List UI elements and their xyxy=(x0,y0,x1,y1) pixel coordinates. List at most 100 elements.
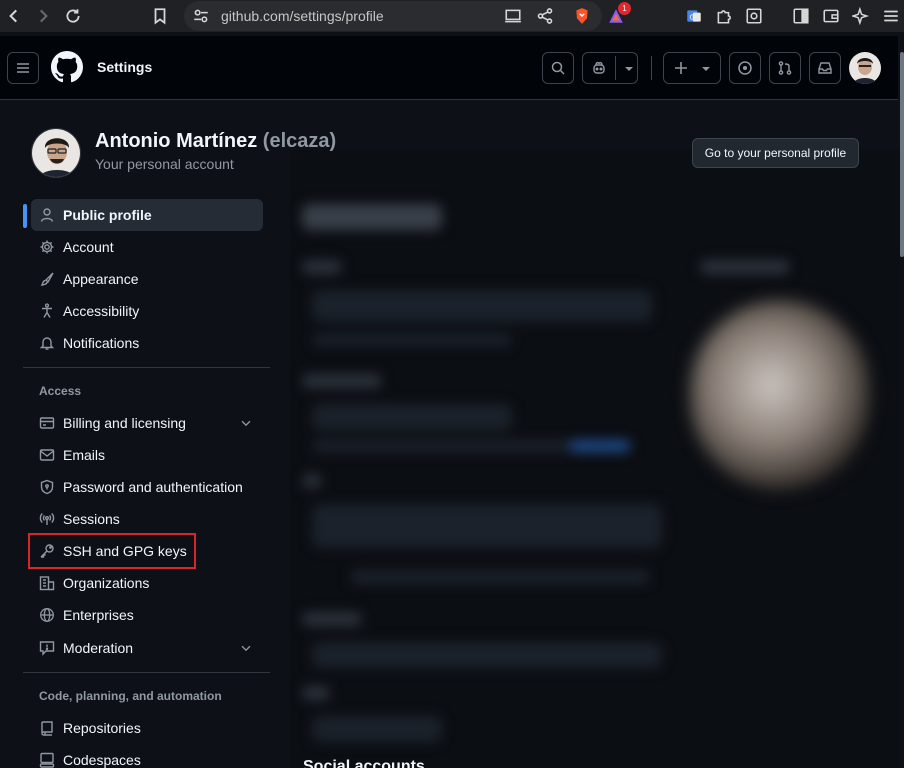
sidebar-item-label: Password and authentication xyxy=(63,479,243,495)
bookmark-icon[interactable] xyxy=(147,3,173,29)
github-header: Settings xyxy=(0,36,904,100)
reader-mode-icon[interactable] xyxy=(741,3,767,29)
brave-shield-icon[interactable] xyxy=(569,3,595,29)
user-display-name: Antonio Martínez (elcaza) xyxy=(95,130,336,153)
gear-icon xyxy=(39,239,55,255)
person-icon xyxy=(39,207,55,223)
report-icon xyxy=(39,640,55,656)
user-avatar[interactable] xyxy=(849,52,881,84)
bell-icon xyxy=(39,335,55,351)
mail-icon xyxy=(39,447,55,463)
sidebar-item-emails[interactable]: Emails xyxy=(31,439,263,471)
github-logo-icon[interactable] xyxy=(51,51,83,83)
extensions-icon[interactable] xyxy=(711,3,737,29)
account-type-label: Your personal account xyxy=(95,156,234,172)
install-app-icon[interactable] xyxy=(500,3,526,29)
reload-icon[interactable] xyxy=(60,3,86,29)
forward-icon[interactable] xyxy=(30,3,56,29)
chevron-down-icon[interactable] xyxy=(239,416,253,430)
issues-button[interactable] xyxy=(729,52,761,84)
sidebar-item-codespaces[interactable]: Codespaces xyxy=(31,744,263,768)
sidebar-divider xyxy=(23,367,270,368)
sidebar-item-label: Public profile xyxy=(63,207,152,223)
site-settings-icon[interactable] xyxy=(188,3,214,29)
main-content-blurred xyxy=(290,150,900,768)
organization-icon xyxy=(39,575,55,591)
page-title[interactable]: Settings xyxy=(97,59,152,75)
sidebar-item-label: Repositories xyxy=(63,720,141,736)
sidebar-item-label: Codespaces xyxy=(63,752,141,768)
pull-request-icon xyxy=(777,60,793,76)
highlight-annotation xyxy=(28,533,196,569)
share-icon[interactable] xyxy=(532,3,558,29)
sidebar-item-label: Moderation xyxy=(63,640,134,656)
accessibility-icon xyxy=(39,303,55,319)
sidebar-item-repositories[interactable]: Repositories xyxy=(31,712,263,744)
rewards-badge: 1 xyxy=(618,2,631,15)
open-navigation-button[interactable] xyxy=(7,52,39,84)
sidebar-item-public-profile[interactable]: Public profile xyxy=(31,199,263,231)
search-icon xyxy=(550,60,566,76)
chevron-down-icon xyxy=(698,61,714,77)
active-indicator xyxy=(23,204,27,228)
sidebar-item-label: Appearance xyxy=(63,271,139,287)
plus-icon xyxy=(673,60,689,76)
codespaces-icon xyxy=(39,752,55,768)
repo-icon xyxy=(39,720,55,736)
issue-icon xyxy=(737,60,753,76)
sidebar-item-notifications[interactable]: Notifications xyxy=(31,327,263,359)
sidebar-item-password-authentication[interactable]: Password and authentication xyxy=(31,471,263,503)
sidebar-item-appearance[interactable]: Appearance xyxy=(31,263,263,295)
shield-lock-icon xyxy=(39,479,55,495)
sidebar-item-accessibility[interactable]: Accessibility xyxy=(31,295,263,327)
svg-text:G: G xyxy=(690,13,695,21)
browser-toolbar: github.com/settings/profile 1 G xyxy=(0,0,904,32)
leo-ai-icon[interactable] xyxy=(848,3,874,29)
wallet-icon[interactable] xyxy=(818,3,844,29)
sidebar-item-label: Accessibility xyxy=(63,303,140,319)
social-accounts-heading: Social accounts xyxy=(303,758,425,768)
sidebar-item-moderation[interactable]: Moderation xyxy=(31,632,263,664)
sidebar-item-label: Billing and licensing xyxy=(63,415,186,431)
user-login: (elcaza) xyxy=(262,130,337,152)
sidebar-item-account[interactable]: Account xyxy=(31,231,263,263)
user-full-name: Antonio Martínez xyxy=(95,130,258,152)
search-button[interactable] xyxy=(542,52,574,84)
sidebar-group-heading-access: Access xyxy=(39,384,82,398)
broadcast-icon xyxy=(39,511,55,527)
address-bar[interactable]: github.com/settings/profile xyxy=(184,1,602,31)
menu-icon[interactable] xyxy=(878,3,904,29)
sidebar-item-label: Organizations xyxy=(63,575,150,591)
copilot-icon xyxy=(591,60,607,76)
inbox-icon xyxy=(817,60,833,76)
sidebar-item-label: Sessions xyxy=(63,511,120,527)
chevron-down-icon[interactable] xyxy=(621,61,637,77)
sidebar-item-label: Enterprises xyxy=(63,607,134,623)
translate-extension-icon[interactable]: G xyxy=(681,3,707,29)
sidebar-divider xyxy=(23,672,270,673)
pull-requests-button[interactable] xyxy=(769,52,801,84)
profile-avatar xyxy=(31,128,81,178)
sidebar-group-heading-code: Code, planning, and automation xyxy=(39,689,222,703)
sidebar-item-label: Notifications xyxy=(63,335,140,351)
create-new-button[interactable] xyxy=(663,52,721,84)
back-icon[interactable] xyxy=(1,3,27,29)
paintbrush-icon xyxy=(39,271,55,287)
globe-icon xyxy=(39,607,55,623)
sidebar-item-label: Account xyxy=(63,239,114,255)
sidebar-item-enterprises[interactable]: Enterprises xyxy=(31,599,263,631)
header-divider xyxy=(651,56,652,80)
sidebar-item-label: Emails xyxy=(63,447,106,463)
inbox-button[interactable] xyxy=(809,52,841,84)
credit-card-icon xyxy=(39,415,55,431)
sidebar-item-sessions[interactable]: Sessions xyxy=(31,503,263,535)
scrollbar-thumb[interactable] xyxy=(900,52,904,257)
sidebar-item-billing[interactable]: Billing and licensing xyxy=(31,407,263,439)
go-to-profile-button[interactable]: Go to your personal profile xyxy=(692,138,859,168)
copilot-button[interactable] xyxy=(582,52,638,84)
sidebar-item-organizations[interactable]: Organizations xyxy=(31,567,263,599)
profile-picture-blurred xyxy=(690,300,870,490)
chevron-down-icon[interactable] xyxy=(239,641,253,655)
sidebar-toggle-icon[interactable] xyxy=(788,3,814,29)
url-text: github.com/settings/profile xyxy=(221,8,384,24)
